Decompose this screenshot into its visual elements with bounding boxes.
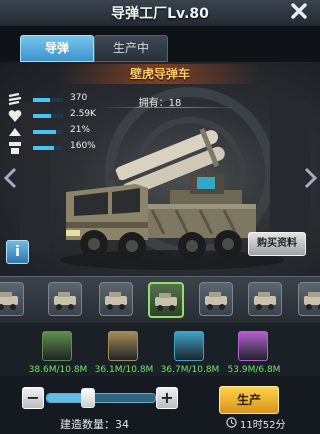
tab-bar: 导弹 生产中 [0, 26, 320, 62]
next-unit-arrow-icon[interactable] [302, 167, 318, 189]
health-icon [8, 110, 22, 122]
divider [100, 107, 240, 108]
unit-selector-strip [0, 276, 320, 324]
stat-value: 2.59K [70, 109, 96, 119]
decrease-button[interactable]: − [22, 387, 44, 409]
unit-thumb-6[interactable] [298, 282, 320, 316]
quantity-slider[interactable] [46, 388, 156, 408]
tab-in-production[interactable]: 生产中 [94, 35, 168, 62]
production-controls: − + 建造数量：34 生产 11时52分 [0, 376, 320, 434]
close-icon [291, 3, 307, 19]
resource-value: 36.1M/10.8M [94, 365, 154, 375]
ore-icon [42, 331, 72, 361]
clock-icon [226, 417, 237, 428]
vehicle-icon [105, 292, 127, 310]
production-time: 11时52分 [240, 420, 286, 431]
header-bar: 导弹工厂Lv.80 [0, 0, 320, 27]
unit-thumb-4[interactable] [199, 282, 233, 316]
vehicle-icon [155, 293, 177, 311]
stat-value: 370 [70, 93, 88, 103]
tab-missile[interactable]: 导弹 [20, 35, 94, 62]
resource-costs: 38.6M/10.8M 36.1M/10.8M 36.7M/10.8M 53.9M/6… [0, 323, 320, 376]
build-quantity: 建造数量：34 [60, 418, 129, 431]
resource-value: 38.6M/10.8M [28, 365, 88, 375]
vehicle-icon [254, 292, 276, 310]
prev-unit-arrow-icon[interactable] [3, 167, 19, 189]
unit-thumb-5[interactable] [248, 282, 282, 316]
close-button[interactable] [288, 0, 310, 24]
resource-value: 53.9M/6.8M [227, 365, 281, 375]
panel-title: 导弹工厂Lv.80 [111, 6, 209, 22]
dodge-icon [9, 128, 21, 136]
vehicle-icon [205, 292, 227, 310]
armor-icon [9, 142, 21, 154]
unit-name: 壁虎导弹车 [60, 64, 260, 84]
unit-showcase: 壁虎导弹车 拥有：18 370 2.59K 21% 160% i 购买资料 [0, 62, 320, 276]
crystal-icon [174, 331, 204, 361]
buy-info-button[interactable]: 购买资料 [248, 232, 306, 256]
missile-factory-panel: 导弹工厂Lv.80 导弹 生产中 壁虎导弹车 拥有：18 370 2.59K 2… [0, 0, 320, 434]
unit-thumb-2[interactable] [99, 282, 133, 316]
unit-thumb-1[interactable] [48, 282, 82, 316]
stat-bar [33, 98, 63, 102]
increase-button[interactable]: + [156, 387, 178, 409]
unit-thumb-3[interactable] [148, 282, 184, 318]
unit-thumb-partial[interactable] [0, 282, 24, 316]
stat-bar [33, 114, 63, 118]
resource-value: 36.7M/10.8M [160, 365, 220, 375]
produce-button[interactable]: 生产 [219, 386, 279, 414]
attack-icon [8, 92, 22, 106]
fuel-icon [108, 331, 138, 361]
gem-icon [238, 331, 268, 361]
vehicle-icon [304, 292, 320, 310]
vehicle-icon [0, 292, 18, 310]
info-button[interactable]: i [6, 240, 29, 264]
slider-handle[interactable] [80, 388, 95, 408]
vehicle-icon [54, 292, 76, 310]
